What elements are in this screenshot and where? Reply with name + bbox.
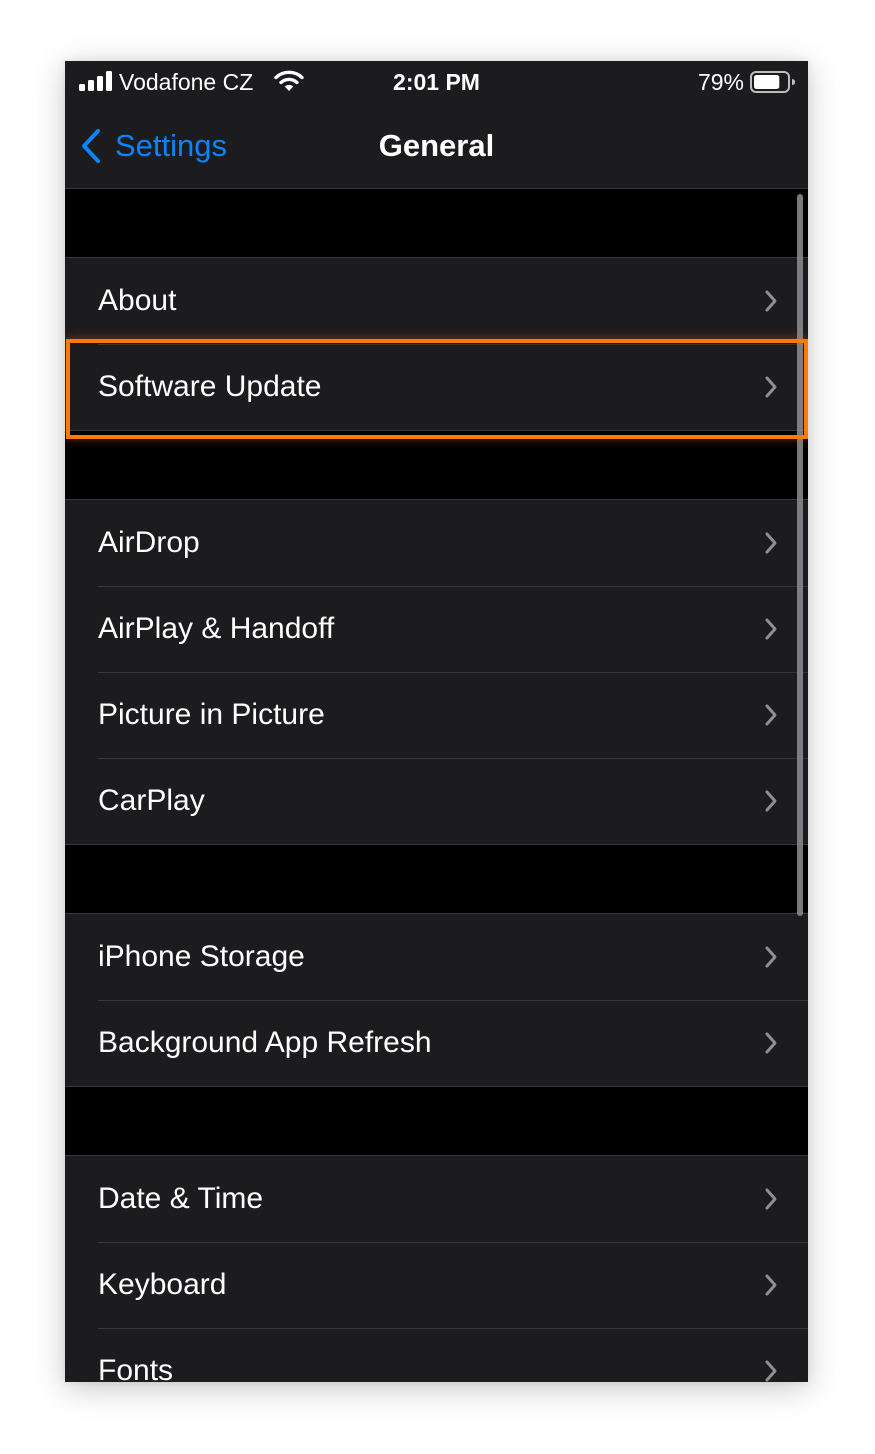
- status-time: 2:01 PM: [393, 69, 480, 95]
- row-label: Background App Refresh: [98, 1026, 432, 1059]
- page-title: General: [378, 128, 495, 163]
- row-airplay-handoff[interactable]: AirPlay & Handoff: [65, 586, 808, 672]
- chevron-right-icon: [765, 1360, 777, 1382]
- row-label: Picture in Picture: [98, 698, 325, 731]
- section-spacer: [65, 1087, 808, 1155]
- row-date-time[interactable]: Date & Time: [65, 1156, 808, 1242]
- chevron-right-icon: [765, 1188, 777, 1210]
- chevron-right-icon: [765, 1032, 777, 1054]
- navigation-header: Vodafone CZ 2:01 PM 79% Settings General: [65, 61, 808, 189]
- row-airdrop[interactable]: AirDrop: [65, 500, 808, 586]
- phone-screen: Vodafone CZ 2:01 PM 79% Settings General…: [65, 61, 808, 1382]
- battery-icon: [750, 71, 795, 93]
- row-about[interactable]: About: [65, 258, 808, 344]
- chevron-right-icon: [765, 790, 777, 812]
- settings-group-4: Date & Time Keyboard Fonts: [65, 1155, 808, 1382]
- settings-group-3: iPhone Storage Background App Refresh: [65, 913, 808, 1087]
- battery-percentage: 79%: [697, 69, 744, 95]
- row-carplay[interactable]: CarPlay: [65, 758, 808, 844]
- settings-list: About Software Update AirDrop AirPlay & …: [65, 189, 808, 1382]
- row-label: Fonts: [98, 1354, 174, 1382]
- scrollbar[interactable]: [797, 194, 803, 916]
- row-picture-in-picture[interactable]: Picture in Picture: [65, 672, 808, 758]
- section-spacer: [65, 845, 808, 913]
- row-keyboard[interactable]: Keyboard: [65, 1242, 808, 1328]
- row-label: AirDrop: [98, 526, 200, 559]
- nav-bar: Settings General: [65, 107, 808, 185]
- row-software-update[interactable]: Software Update: [65, 344, 808, 430]
- row-label: Software Update: [98, 370, 322, 403]
- settings-group-1: About Software Update: [65, 257, 808, 431]
- row-label: iPhone Storage: [98, 940, 305, 973]
- row-label: Keyboard: [98, 1268, 227, 1301]
- row-iphone-storage[interactable]: iPhone Storage: [65, 914, 808, 1000]
- row-fonts[interactable]: Fonts: [65, 1328, 808, 1382]
- chevron-right-icon: [765, 946, 777, 968]
- chevron-right-icon: [765, 376, 777, 398]
- row-label: About: [98, 284, 177, 317]
- chevron-right-icon: [765, 1274, 777, 1296]
- chevron-right-icon: [765, 290, 777, 312]
- section-spacer: [65, 431, 808, 499]
- chevron-right-icon: [765, 704, 777, 726]
- row-label: CarPlay: [98, 784, 205, 817]
- chevron-right-icon: [765, 532, 777, 554]
- status-bar: Vodafone CZ 2:01 PM 79%: [65, 61, 808, 103]
- row-background-app-refresh[interactable]: Background App Refresh: [65, 1000, 808, 1086]
- section-spacer: [65, 189, 808, 257]
- row-label: AirPlay & Handoff: [98, 612, 335, 645]
- chevron-right-icon: [765, 618, 777, 640]
- settings-group-2: AirDrop AirPlay & Handoff Picture in Pic…: [65, 499, 808, 845]
- row-label: Date & Time: [98, 1182, 264, 1215]
